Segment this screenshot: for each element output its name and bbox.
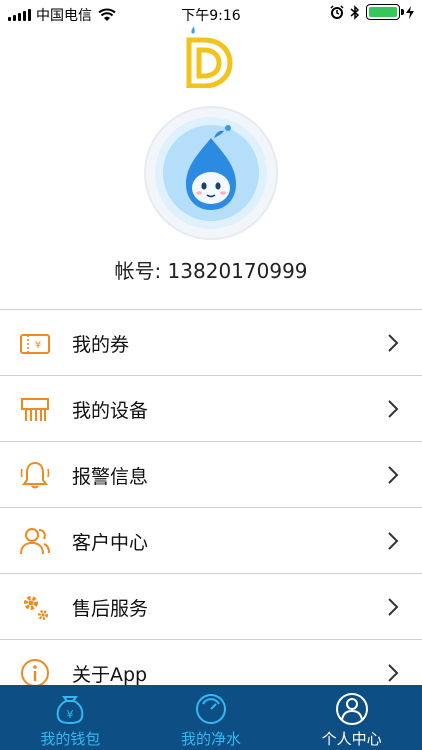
- alarm-clock-icon: [330, 5, 344, 19]
- customer-icon: [18, 525, 52, 557]
- menu-item-devices[interactable]: 我的设备: [0, 376, 422, 442]
- wallet-icon: ¥: [57, 696, 84, 725]
- chevron-right-icon: [388, 466, 399, 484]
- status-bar: 中国电信 下午9:16: [0, 0, 422, 28]
- status-right: [330, 4, 414, 20]
- gear-icon: [18, 591, 52, 623]
- menu-label: 关于App: [72, 664, 148, 686]
- menu-item-after-sales[interactable]: 售后服务: [0, 574, 422, 640]
- battery-icon: [366, 4, 404, 20]
- chevron-right-icon: [388, 532, 399, 550]
- device-icon: [18, 393, 52, 425]
- menu-item-customer-center[interactable]: 客户中心: [0, 508, 422, 574]
- coupon-icon: ¥: [18, 327, 52, 359]
- tab-label: 我的净水: [181, 730, 242, 748]
- svg-text:¥: ¥: [35, 340, 41, 351]
- chevron-right-icon: [388, 664, 399, 682]
- app-logo: [186, 26, 233, 88]
- menu-list: ¥ 我的券 我的设备 报警信息 客户中心 售后服务 关于App: [0, 309, 422, 706]
- menu-item-coupons[interactable]: ¥ 我的券: [0, 310, 422, 376]
- tab-label: 个人中心: [321, 730, 382, 748]
- person-icon: [335, 693, 368, 725]
- tab-water[interactable]: 我的净水: [141, 685, 282, 750]
- water-drop-mascot-icon: [155, 117, 267, 229]
- bluetooth-icon: [350, 4, 360, 20]
- account-number: 帐号: 13820170999: [114, 259, 308, 283]
- menu-label: 报警信息: [72, 466, 149, 488]
- alarm-bell-icon: [18, 459, 52, 491]
- chevron-right-icon: [388, 400, 399, 418]
- menu-label: 售后服务: [72, 598, 149, 620]
- svg-text:¥: ¥: [67, 708, 74, 721]
- tab-bar: ¥ 我的钱包 我的净水 个人中心: [0, 685, 422, 750]
- menu-label: 我的设备: [72, 400, 149, 422]
- avatar[interactable]: [146, 108, 276, 238]
- chevron-right-icon: [388, 598, 399, 616]
- chevron-right-icon: [388, 334, 399, 352]
- tab-label: 我的钱包: [40, 730, 101, 748]
- tab-profile[interactable]: 个人中心: [281, 685, 422, 750]
- menu-label: 客户中心: [72, 532, 149, 554]
- charging-icon: [406, 5, 414, 19]
- menu-label: 我的券: [72, 334, 130, 356]
- menu-item-alarms[interactable]: 报警信息: [0, 442, 422, 508]
- tab-wallet[interactable]: ¥ 我的钱包: [0, 685, 141, 750]
- water-gauge-icon: [196, 694, 226, 724]
